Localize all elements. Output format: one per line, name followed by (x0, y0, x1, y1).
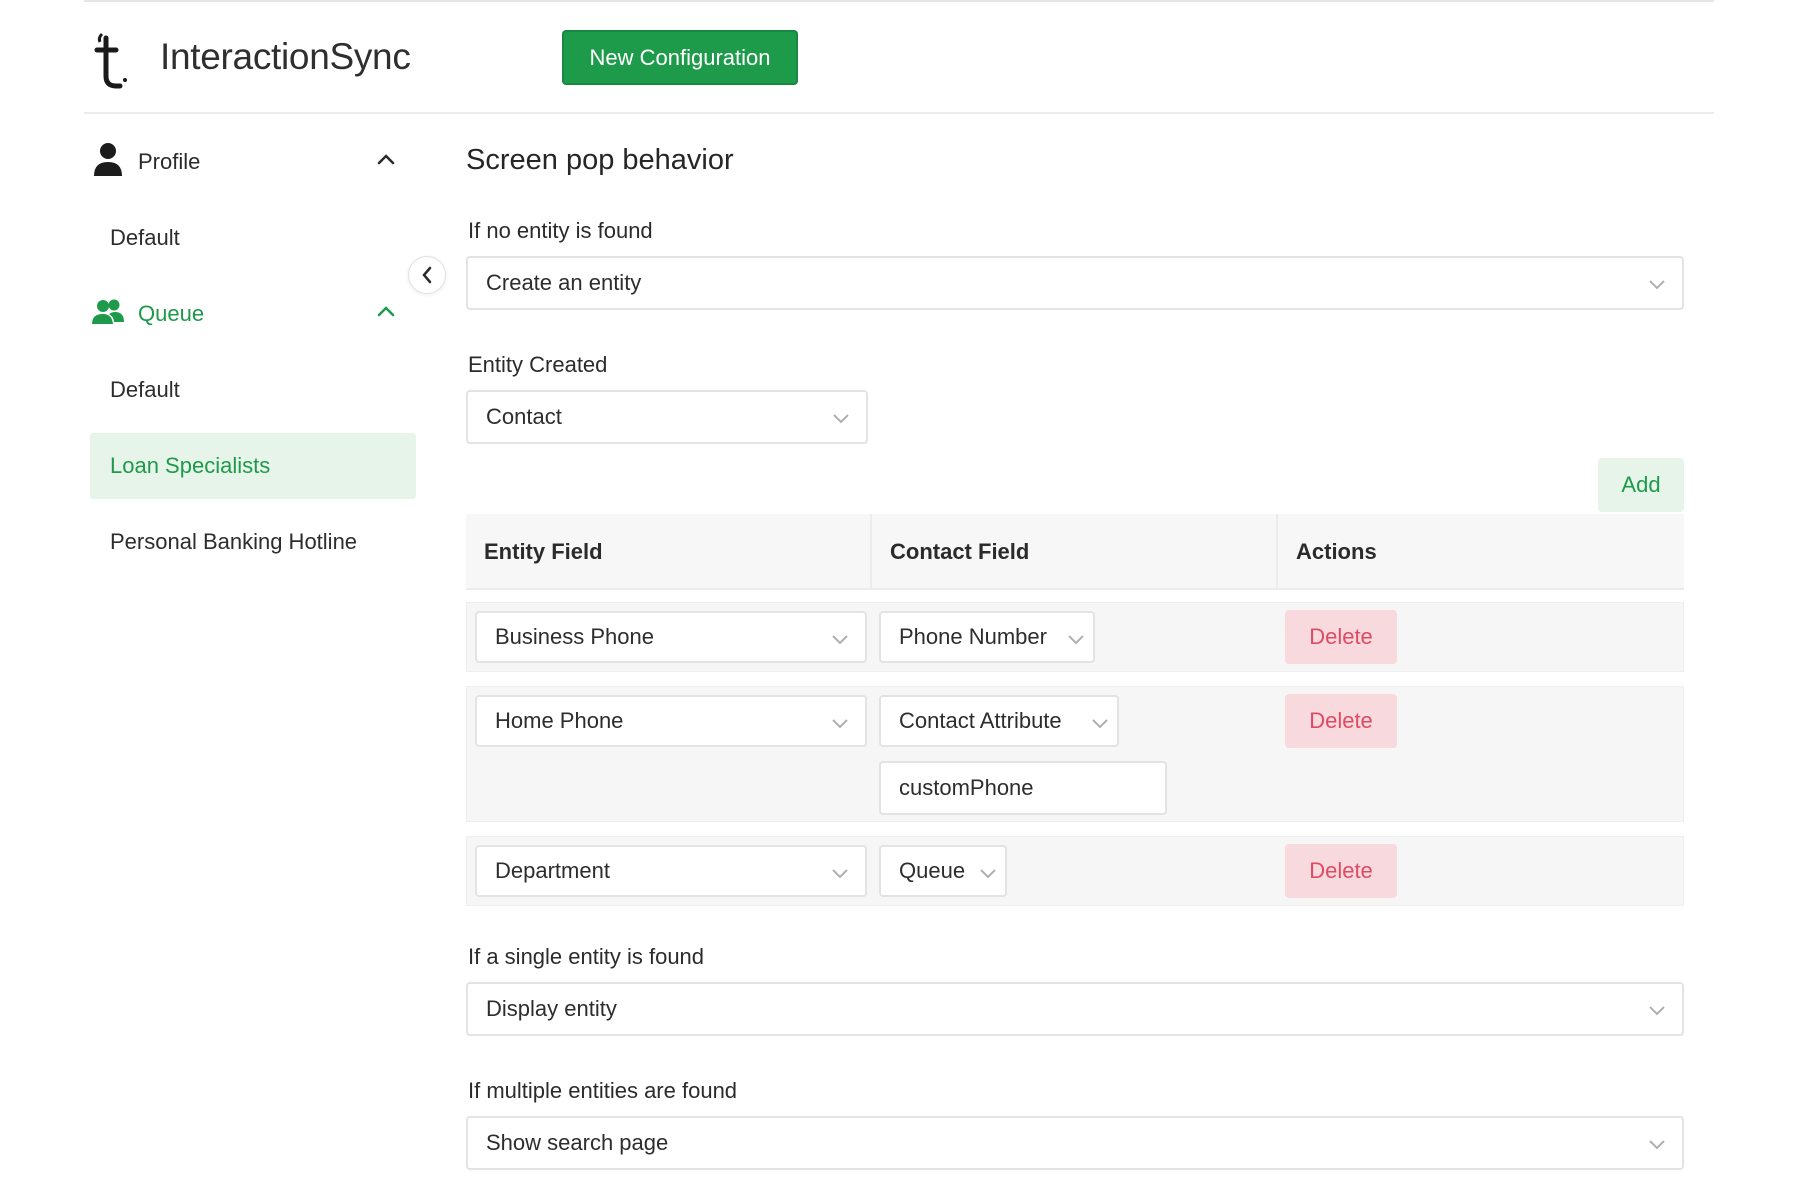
sidebar-group-label: Profile (138, 149, 201, 174)
select-value: Department (495, 858, 610, 883)
column-divider (1276, 514, 1278, 590)
table-row: Business Phone Phone Number Delete (466, 602, 1684, 672)
sidebar-group-profile[interactable]: Profile (90, 124, 416, 200)
chevron-up-icon[interactable] (376, 304, 396, 318)
sidebar-item-personal-banking-hotline[interactable]: Personal Banking Hotline (90, 504, 416, 580)
people-icon (92, 299, 124, 324)
contact-field-select[interactable]: Phone Number (879, 611, 1095, 663)
entity-field-select[interactable]: Business Phone (475, 611, 867, 663)
entity-field-select[interactable]: Department (475, 845, 867, 897)
no-entity-label: If no entity is found (468, 218, 653, 243)
single-entity-select[interactable]: Display entity (466, 982, 1684, 1036)
chevron-down-icon (832, 719, 848, 729)
page-title: Screen pop behavior (466, 144, 734, 176)
entity-created-select[interactable]: Contact (466, 390, 868, 444)
column-header-actions: Actions (1296, 539, 1377, 564)
single-entity-label: If a single entity is found (468, 944, 705, 969)
delete-row-button[interactable]: Delete (1285, 610, 1397, 664)
collapse-sidebar-button[interactable] (408, 256, 446, 294)
chevron-down-icon (833, 414, 849, 424)
table-row: Department Queue Delete (466, 836, 1684, 906)
sidebar-item-loan-specialists[interactable]: Loan Specialists (90, 433, 416, 499)
column-header-entity-field: Entity Field (484, 539, 603, 564)
select-value: Business Phone (495, 624, 654, 649)
sidebar-group-queue[interactable]: Queue (90, 276, 416, 352)
select-value: Phone Number (899, 624, 1047, 649)
chevron-down-icon (832, 869, 848, 879)
column-header-contact-field: Contact Field (890, 539, 1030, 564)
select-value: Show search page (486, 1130, 669, 1155)
sidebar-group-label: Queue (138, 301, 205, 326)
chevron-down-icon (980, 869, 996, 879)
chevron-down-icon (1649, 1006, 1665, 1016)
entity-created-label: Entity Created (468, 352, 608, 377)
chevron-down-icon (1649, 280, 1665, 290)
chevron-left-icon (422, 266, 432, 284)
app-title: InteractionSync (160, 36, 411, 77)
sidebar-item-profile-default[interactable]: Default (90, 200, 416, 276)
sidebar-item-queue-default[interactable]: Default (90, 352, 416, 428)
delete-row-button[interactable]: Delete (1285, 844, 1397, 898)
chevron-down-icon (1092, 719, 1108, 729)
no-entity-select[interactable]: Create an entity (466, 256, 1684, 310)
select-value: Create an entity (486, 270, 642, 295)
table-row: Home Phone Contact Attribute customPhone… (466, 686, 1684, 822)
chevron-up-icon[interactable] (376, 152, 396, 166)
multiple-entities-select[interactable]: Show search page (466, 1116, 1684, 1170)
app-header: InteractionSync New Configuration (84, 2, 1714, 114)
mapping-table-header: Entity Field Contact Field Actions (466, 514, 1684, 590)
chevron-down-icon (1649, 1140, 1665, 1150)
chevron-down-icon (1068, 635, 1084, 645)
sidebar: Profile Default Queue Default Loan Speci… (90, 124, 416, 580)
person-icon (94, 143, 122, 176)
new-configuration-button[interactable]: New Configuration (562, 30, 798, 85)
select-value: Queue (899, 858, 966, 883)
contact-field-select[interactable]: Queue (879, 845, 1007, 897)
app-logo-icon (94, 32, 127, 89)
multiple-entities-label: If multiple entities are found (468, 1078, 738, 1103)
select-value: Contact Attribute (899, 708, 1062, 733)
select-value: Home Phone (495, 708, 624, 733)
select-value: Contact (486, 404, 562, 429)
column-divider (870, 514, 872, 590)
contact-field-select[interactable]: Contact Attribute (879, 695, 1119, 747)
chevron-down-icon (832, 635, 848, 645)
delete-row-button[interactable]: Delete (1285, 694, 1397, 748)
entity-field-select[interactable]: Home Phone (475, 695, 867, 747)
contact-attribute-input[interactable]: customPhone (879, 761, 1167, 815)
add-mapping-button[interactable]: Add (1598, 458, 1684, 512)
select-value: Display entity (486, 996, 617, 1021)
